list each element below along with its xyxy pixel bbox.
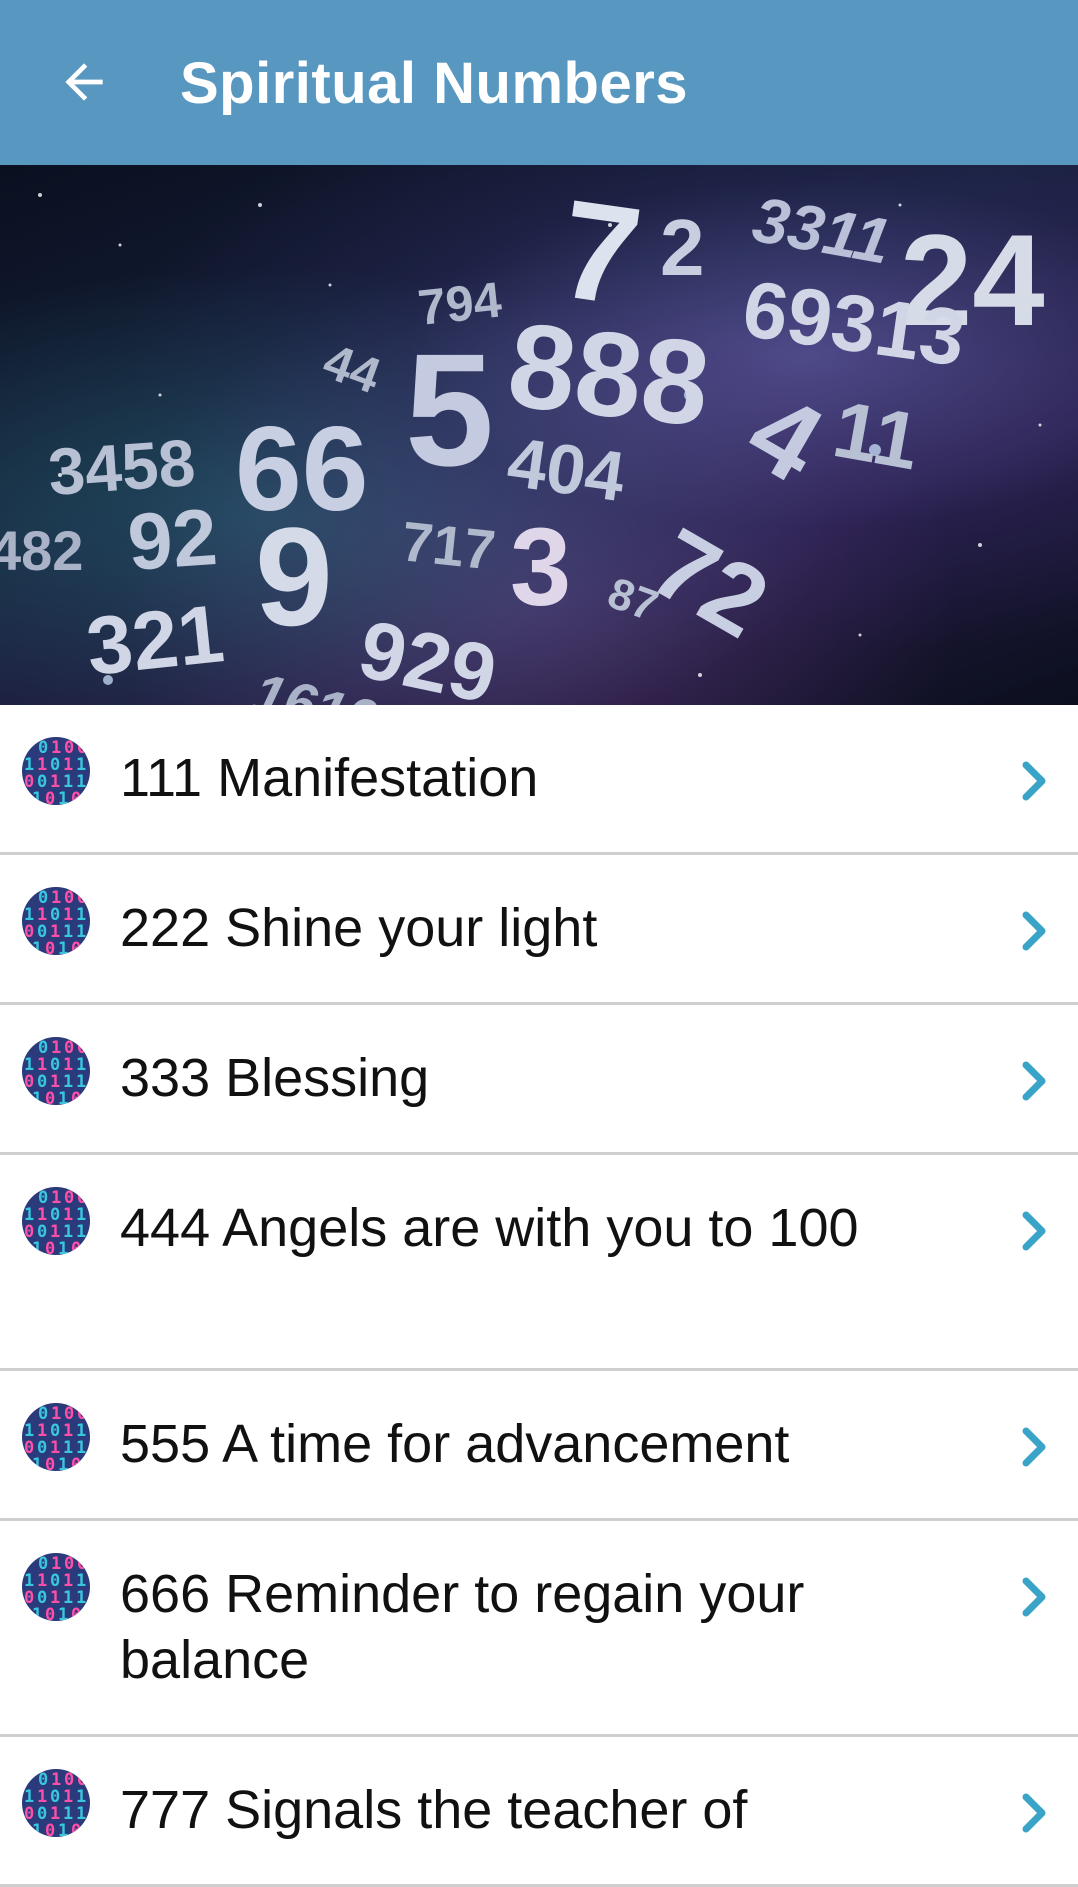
- banner-number: 2: [660, 203, 705, 292]
- list-item[interactable]: 0100 11011 00111 1010 222 Shine your lig…: [0, 855, 1078, 1005]
- spiritual-numbers-list: 0100 11011 00111 1010 111 Manifestation …: [0, 705, 1078, 1887]
- banner-number: 3311: [748, 183, 896, 278]
- list-item-label: 666 Reminder to regain your balance: [120, 1564, 805, 1690]
- svg-text:0: 0: [71, 1089, 81, 1107]
- banner-number: 5: [405, 320, 494, 499]
- binary-digits-icon: 0100 11011 00111 1010: [22, 1037, 90, 1107]
- svg-text:1: 1: [32, 1455, 42, 1473]
- list-item[interactable]: 0100 11011 00111 1010 666 Reminder to re…: [0, 1521, 1078, 1737]
- svg-text:1: 1: [58, 1239, 68, 1257]
- binary-digits-icon: 0100 11011 00111 1010: [22, 1187, 90, 1257]
- svg-text:0: 0: [71, 939, 81, 957]
- chevron-right-icon: [1022, 1211, 1046, 1251]
- list-item-label: 444 Angels are with you to 100: [120, 1198, 859, 1258]
- chevron-right-icon: [1022, 1061, 1046, 1101]
- svg-text:0: 0: [45, 1821, 55, 1839]
- svg-text:0: 0: [45, 1455, 55, 1473]
- chevron-right-icon: [1022, 1793, 1046, 1833]
- list-item-label: 222 Shine your light: [120, 898, 598, 958]
- binary-digits-icon: 0100 11011 00111 1010: [22, 1403, 90, 1473]
- list-item[interactable]: 0100 11011 00111 1010 444 Angels are wit…: [0, 1155, 1078, 1371]
- list-item[interactable]: 0100 11011 00111 1010 111 Manifestation: [0, 705, 1078, 855]
- svg-text:1: 1: [58, 1455, 68, 1473]
- svg-text:1: 1: [58, 1089, 68, 1107]
- svg-text:0: 0: [71, 789, 81, 807]
- svg-text:0: 0: [45, 1239, 55, 1257]
- chevron-right-icon: [1022, 1577, 1046, 1617]
- svg-text:1: 1: [58, 789, 68, 807]
- page-title: Spiritual Numbers: [180, 51, 689, 116]
- list-item-label: 777 Signals the teacher of: [120, 1780, 748, 1840]
- list-item-label: 333 Blessing: [120, 1048, 430, 1108]
- svg-text:1: 1: [32, 1605, 42, 1623]
- banner-number: 321: [82, 588, 228, 693]
- list-item[interactable]: 0100 11011 00111 1010 555 A time for adv…: [0, 1371, 1078, 1521]
- arrow-left-icon: [65, 63, 103, 101]
- binary-digits-icon: 0100 11011 00111 1010: [22, 887, 90, 957]
- svg-text:0: 0: [71, 1821, 81, 1839]
- svg-text:1: 1: [58, 1821, 68, 1839]
- svg-text:0: 0: [45, 789, 55, 807]
- svg-text:1: 1: [32, 1089, 42, 1107]
- back-button[interactable]: [44, 42, 124, 122]
- binary-digits-icon: 0100 11011 00111 1010: [22, 1553, 90, 1623]
- svg-text:0: 0: [71, 1455, 81, 1473]
- svg-text:1: 1: [32, 1821, 42, 1839]
- chevron-right-icon: [1022, 911, 1046, 951]
- chevron-right-icon: [1022, 1427, 1046, 1467]
- svg-text:0: 0: [71, 1239, 81, 1257]
- svg-text:1: 1: [58, 939, 68, 957]
- banner-number: 717: [399, 509, 499, 581]
- app-bar: Spiritual Numbers: [0, 0, 1078, 165]
- list-item[interactable]: 0100 11011 00111 1010 333 Blessing: [0, 1005, 1078, 1155]
- binary-digits-icon: 0100 11011 00111 1010: [22, 737, 90, 807]
- banner-number: 4: [728, 369, 842, 506]
- svg-text:1: 1: [58, 1605, 68, 1623]
- svg-text:1: 1: [32, 1239, 42, 1257]
- list-item[interactable]: 0100 11011 00111 1010 777 Signals the te…: [0, 1737, 1078, 1887]
- svg-text:1: 1: [32, 939, 42, 957]
- list-item-label: 111 Manifestation: [120, 748, 539, 808]
- svg-text:0: 0: [71, 1605, 81, 1623]
- chevron-right-icon: [1022, 761, 1046, 801]
- svg-text:0: 0: [45, 939, 55, 957]
- banner-number: 92: [125, 492, 220, 587]
- svg-text:0: 0: [45, 1605, 55, 1623]
- banner-number: 11: [827, 384, 926, 486]
- banner-number: 482: [0, 519, 83, 582]
- banner-number: 44: [316, 333, 388, 405]
- banner-number: 9: [255, 498, 333, 655]
- banner-number: 3: [510, 506, 571, 629]
- svg-text:1: 1: [32, 789, 42, 807]
- banner-number: 404: [503, 423, 630, 517]
- svg-text:0: 0: [45, 1089, 55, 1107]
- numbers-banner-image: 7 2 3311 24 794 44 5 888 69313 3458 66 4…: [0, 165, 1078, 705]
- list-item-label: 555 A time for advancement: [120, 1414, 790, 1474]
- binary-digits-icon: 0100 11011 00111 1010: [22, 1769, 90, 1839]
